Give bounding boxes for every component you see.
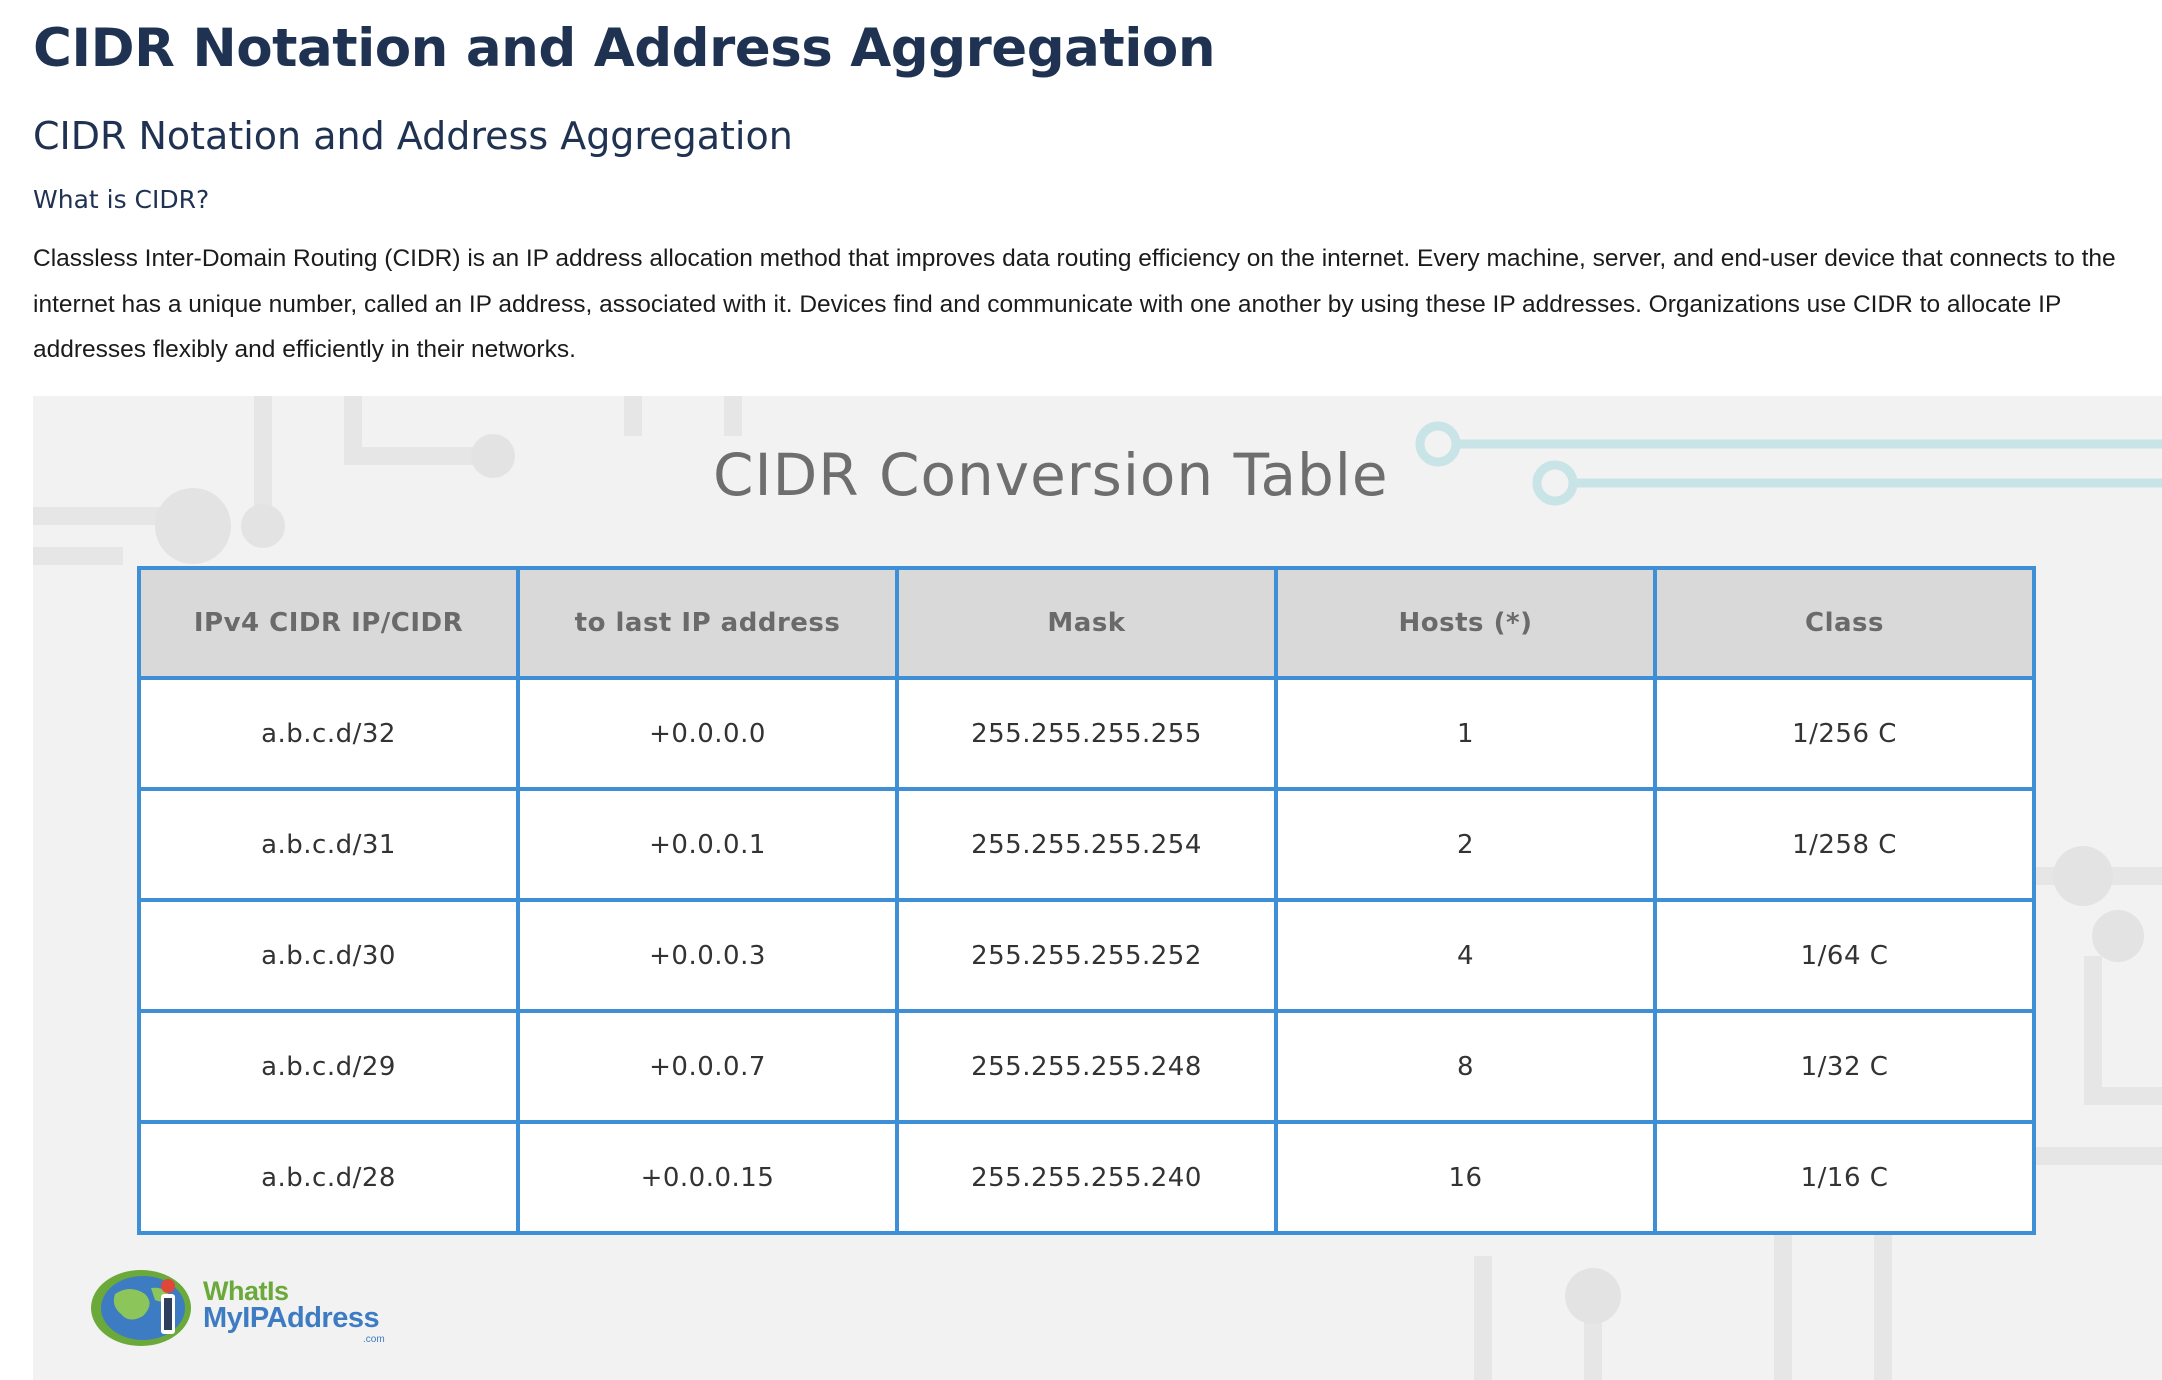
table-row: a.b.c.d/32 +0.0.0.0 255.255.255.255 1 1/… bbox=[137, 676, 2036, 791]
table-cell: +0.0.0.0 bbox=[516, 676, 899, 791]
logo-text-myipaddress: MyIPAddress bbox=[203, 1302, 380, 1334]
table-cell: a.b.c.d/29 bbox=[137, 1009, 520, 1124]
table-cell: a.b.c.d/28 bbox=[137, 1120, 520, 1235]
table-cell: 4 bbox=[1274, 898, 1657, 1013]
column-header: Class bbox=[1653, 566, 2036, 680]
table-row: a.b.c.d/29 +0.0.0.7 255.255.255.248 8 1/… bbox=[137, 1009, 2036, 1124]
table-cell: 1 bbox=[1274, 676, 1657, 791]
whatismyipaddress-logo: WhatIs MyIPAddress .com bbox=[85, 1264, 425, 1354]
intro-paragraph: Classless Inter-Domain Routing (CIDR) is… bbox=[33, 245, 2116, 363]
table-cell: 1/258 C bbox=[1653, 787, 2036, 902]
table-cell: 255.255.255.240 bbox=[895, 1120, 1278, 1235]
column-header: Hosts (*) bbox=[1274, 566, 1657, 680]
table-cell: 1/16 C bbox=[1653, 1120, 2036, 1235]
table-row: a.b.c.d/31 +0.0.0.1 255.255.255.254 2 1/… bbox=[137, 787, 2036, 902]
section-heading: What is CIDR? bbox=[33, 185, 210, 214]
table-cell: a.b.c.d/32 bbox=[137, 676, 520, 791]
globe-icon bbox=[91, 1270, 191, 1346]
table-cell: 1/32 C bbox=[1653, 1009, 2036, 1124]
table-cell: 1/256 C bbox=[1653, 676, 2036, 791]
table-cell: 1/64 C bbox=[1653, 898, 2036, 1013]
table-cell: 255.255.255.248 bbox=[895, 1009, 1278, 1124]
table-cell: a.b.c.d/30 bbox=[137, 898, 520, 1013]
logo-text-com: .com bbox=[363, 1334, 385, 1345]
figure-title: CIDR Conversion Table bbox=[713, 441, 1389, 509]
table-cell: +0.0.0.7 bbox=[516, 1009, 899, 1124]
page-subtitle: CIDR Notation and Address Aggregation bbox=[33, 114, 793, 158]
table-cell: 255.255.255.252 bbox=[895, 898, 1278, 1013]
table-cell: a.b.c.d/31 bbox=[137, 787, 520, 902]
page-title: CIDR Notation and Address Aggregation bbox=[33, 18, 1216, 79]
column-header: Mask bbox=[895, 566, 1278, 680]
column-header: IPv4 CIDR IP/CIDR bbox=[137, 566, 520, 680]
table-cell: 8 bbox=[1274, 1009, 1657, 1124]
table-cell: +0.0.0.3 bbox=[516, 898, 899, 1013]
table-cell: 255.255.255.255 bbox=[895, 676, 1278, 791]
table-row: a.b.c.d/28 +0.0.0.15 255.255.255.240 16 … bbox=[137, 1120, 2036, 1235]
table-header-row: IPv4 CIDR IP/CIDR to last IP address Mas… bbox=[137, 566, 2036, 680]
table-cell: 2 bbox=[1274, 787, 1657, 902]
cidr-conversion-figure: CIDR Conversion Table IPv4 CIDR IP/CIDR … bbox=[33, 396, 2162, 1380]
table-cell: 255.255.255.254 bbox=[895, 787, 1278, 902]
table-row: a.b.c.d/30 +0.0.0.3 255.255.255.252 4 1/… bbox=[137, 898, 2036, 1013]
table-cell: 16 bbox=[1274, 1120, 1657, 1235]
cidr-conversion-table: IPv4 CIDR IP/CIDR to last IP address Mas… bbox=[137, 566, 2036, 1235]
table-cell: +0.0.0.15 bbox=[516, 1120, 899, 1235]
table-cell: +0.0.0.1 bbox=[516, 787, 899, 902]
column-header: to last IP address bbox=[516, 566, 899, 680]
